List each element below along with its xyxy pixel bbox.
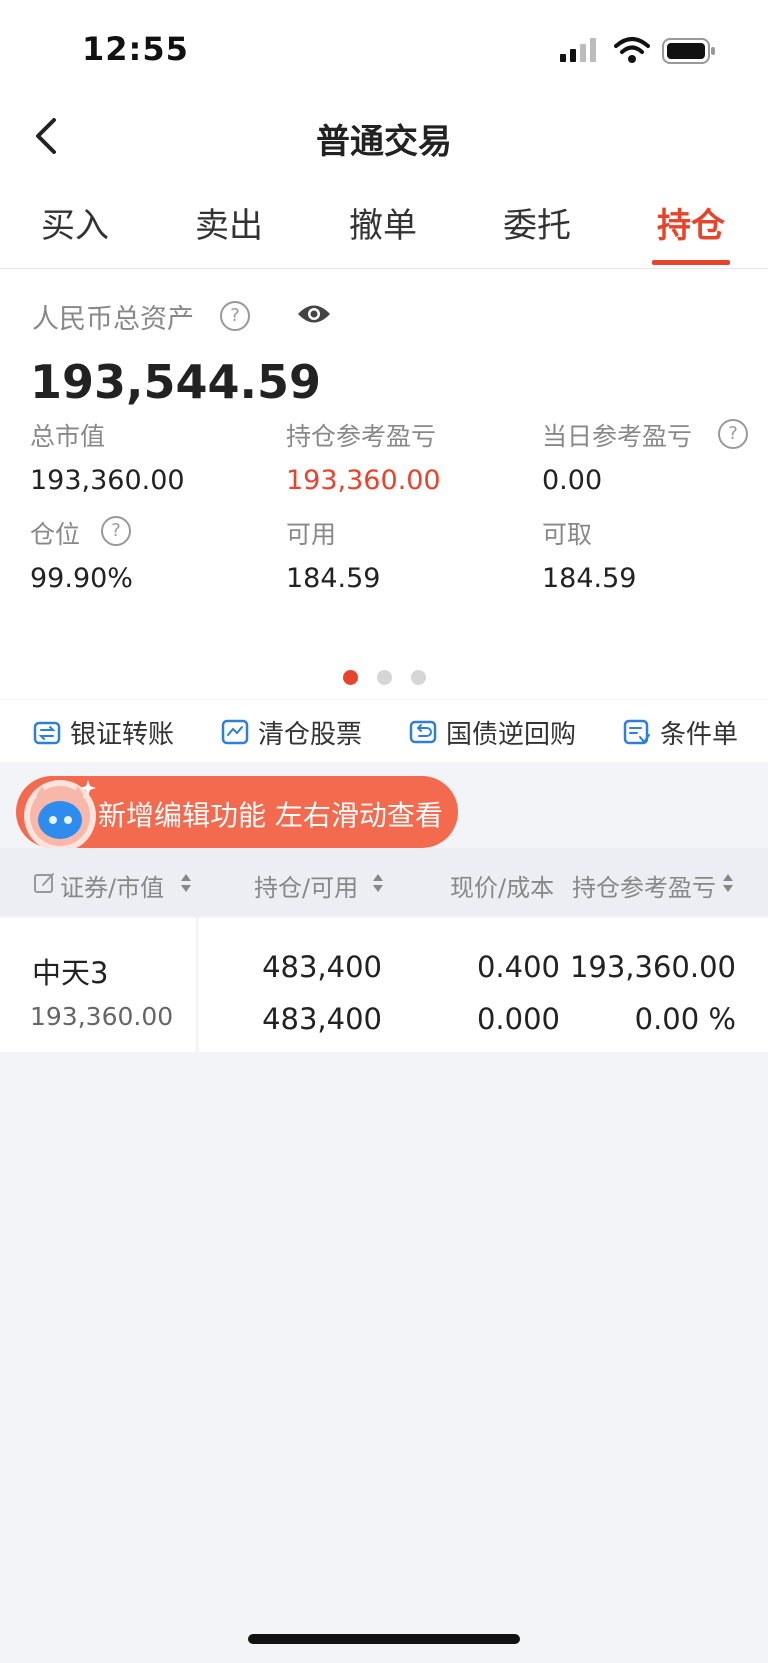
carousel-dot[interactable] bbox=[411, 670, 426, 685]
clear-stock-button[interactable]: 清仓股票 bbox=[220, 714, 362, 750]
withdrawable-label: 可取 bbox=[542, 520, 593, 549]
tab-sell[interactable]: 卖出 bbox=[174, 198, 284, 247]
transfer-icon bbox=[33, 721, 61, 745]
repo-icon bbox=[409, 720, 437, 744]
page-title: 普通交易 bbox=[316, 122, 452, 162]
total-assets-value: 193,544.59 bbox=[30, 355, 322, 409]
bank-transfer-label: 银证转账 bbox=[70, 719, 175, 750]
battery-icon bbox=[662, 38, 715, 64]
condition-order-label: 条件单 bbox=[660, 719, 739, 750]
carousel-dot[interactable] bbox=[343, 670, 358, 685]
col-security[interactable]: 证券/市值 bbox=[60, 868, 164, 903]
tab-bar: 买入 卖出 撤单 委托 持仓 bbox=[0, 198, 768, 268]
help-icon[interactable]: ? bbox=[718, 419, 748, 449]
feature-promo-banner[interactable]: 新增编辑功能 左右滑动查看 bbox=[16, 776, 458, 852]
tab-orders[interactable]: 委托 bbox=[482, 198, 592, 247]
security-name: 中天3 bbox=[32, 956, 109, 990]
position-pl-amount: 193,360.00 bbox=[569, 950, 736, 984]
col-position[interactable]: 持仓/可用 bbox=[254, 868, 358, 903]
status-bar: 12:55 bbox=[0, 0, 768, 100]
help-icon[interactable]: ? bbox=[101, 516, 131, 546]
cost-price: 0.000 bbox=[476, 1002, 560, 1036]
promo-text: 新增编辑功能 左右滑动查看 bbox=[98, 799, 443, 832]
col-position-pl[interactable]: 持仓参考盈亏 bbox=[572, 868, 716, 903]
position-pl-value: 193,360.00 bbox=[286, 465, 441, 496]
tab-cancel[interactable]: 撤单 bbox=[328, 198, 438, 247]
current-price: 0.400 bbox=[476, 950, 560, 984]
column-shadow-divider bbox=[196, 918, 200, 1052]
carousel-dot[interactable] bbox=[377, 670, 392, 685]
wifi-icon bbox=[614, 37, 650, 63]
home-indicator[interactable] bbox=[248, 1634, 520, 1644]
treasury-repo-label: 国债逆回购 bbox=[446, 719, 577, 750]
withdrawable-value: 184.59 bbox=[542, 563, 637, 594]
sort-icon[interactable] bbox=[722, 872, 734, 894]
position-ratio-label: 仓位 bbox=[30, 520, 81, 549]
sort-icon[interactable] bbox=[372, 872, 384, 894]
condition-order-button[interactable]: 条件单 bbox=[622, 714, 738, 750]
available-quantity: 483,400 bbox=[262, 1002, 382, 1036]
daily-pl-label: 当日参考盈亏 bbox=[542, 422, 693, 451]
daily-pl-value: 0.00 bbox=[542, 465, 603, 496]
edit-icon[interactable] bbox=[34, 872, 56, 894]
available-value: 184.59 bbox=[286, 563, 381, 594]
security-market-value: 193,360.00 bbox=[30, 1002, 174, 1031]
quick-actions-toolbar: 银证转账 清仓股票 国债逆回购 条件单 bbox=[0, 700, 768, 762]
table-row[interactable]: 中天3 193,360.00 483,400 483,400 0.400 0.0… bbox=[0, 918, 768, 1052]
position-pl-percent: 0.00 % bbox=[634, 1002, 736, 1036]
tab-holdings[interactable]: 持仓 bbox=[636, 198, 746, 247]
header: 普通交易 买入 卖出 撤单 委托 持仓 bbox=[0, 100, 768, 269]
condition-order-icon bbox=[623, 719, 650, 745]
tab-buy[interactable]: 买入 bbox=[20, 198, 130, 247]
clear-stock-icon bbox=[221, 719, 249, 745]
active-tab-indicator bbox=[652, 260, 730, 265]
cellular-signal-icon bbox=[560, 38, 596, 62]
bank-transfer-button[interactable]: 银证转账 bbox=[32, 714, 174, 750]
position-pl-label: 持仓参考盈亏 bbox=[286, 422, 437, 451]
eye-icon[interactable] bbox=[296, 301, 332, 327]
position-ratio-value: 99.90% bbox=[30, 563, 133, 594]
market-value: 193,360.00 bbox=[30, 465, 185, 496]
available-label: 可用 bbox=[286, 520, 337, 549]
holdings-table-header: 证券/市值 持仓/可用 现价/成本 持仓参考盈亏 bbox=[0, 848, 768, 916]
status-time: 12:55 bbox=[82, 30, 189, 68]
col-price[interactable]: 现价/成本 bbox=[450, 868, 554, 903]
total-assets-label: 人民币总资产 bbox=[32, 304, 194, 335]
asset-summary[interactable]: 人民币总资产 ? 193,544.59 总市值 持仓参考盈亏 当日参考盈亏 ? … bbox=[0, 269, 768, 699]
position-quantity: 483,400 bbox=[262, 950, 382, 984]
carousel-dots bbox=[0, 670, 768, 686]
market-value-label: 总市值 bbox=[30, 422, 106, 451]
sort-icon[interactable] bbox=[180, 872, 192, 894]
treasury-repo-button[interactable]: 国债逆回购 bbox=[408, 714, 576, 750]
clear-stock-label: 清仓股票 bbox=[258, 719, 363, 750]
help-icon[interactable]: ? bbox=[220, 301, 250, 331]
